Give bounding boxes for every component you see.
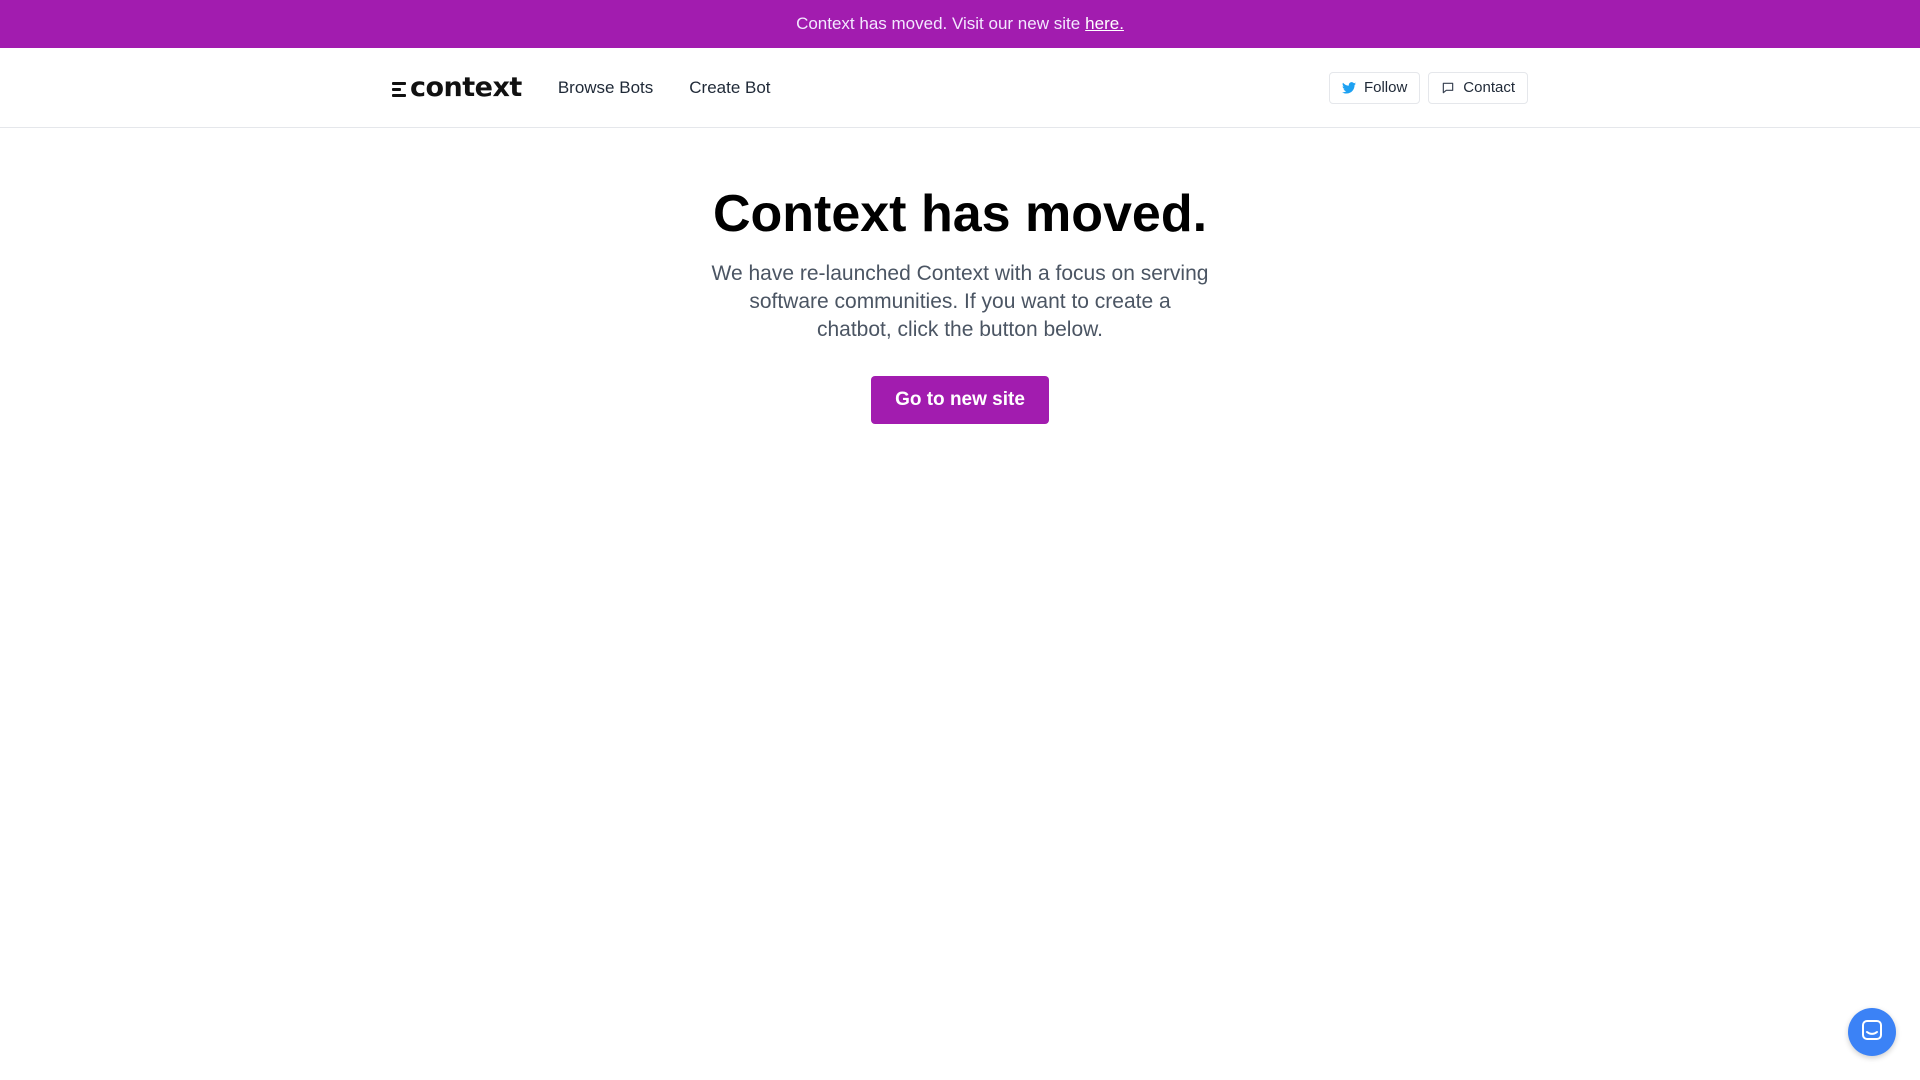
logo-mark-icon bbox=[392, 82, 406, 97]
go-to-new-site-button[interactable]: Go to new site bbox=[871, 376, 1049, 424]
chat-icon bbox=[1860, 1018, 1884, 1047]
page-title: Context has moved. bbox=[712, 185, 1208, 243]
contact-label: Contact bbox=[1463, 79, 1515, 96]
header-left: context Browse Bots Create Bot bbox=[392, 72, 771, 103]
contact-button[interactable]: Contact bbox=[1428, 71, 1528, 104]
logo-text: context bbox=[410, 72, 522, 103]
banner-link[interactable]: here. bbox=[1085, 14, 1124, 34]
nav-browse-bots[interactable]: Browse Bots bbox=[558, 78, 653, 98]
follow-label: Follow bbox=[1363, 79, 1408, 96]
logo[interactable]: context bbox=[392, 72, 522, 103]
hero-section: Context has moved. We have re-launched C… bbox=[0, 128, 1920, 424]
chat-launcher-button[interactable] bbox=[1848, 1008, 1896, 1056]
banner-text: Context has moved. Visit our new site bbox=[796, 14, 1081, 33]
hero-description: We have re-launched Context with a focus… bbox=[711, 262, 1209, 341]
chat-bubble-icon bbox=[1441, 81, 1455, 95]
header-right: Follow Contact bbox=[1328, 71, 1528, 104]
nav-create-bot[interactable]: Create Bot bbox=[689, 78, 770, 98]
follow-button[interactable]: Follow bbox=[1328, 71, 1421, 104]
announcement-banner: Context has moved. Visit our new site he… bbox=[0, 0, 1920, 48]
site-header: context Browse Bots Create Bot Follow Co… bbox=[0, 48, 1920, 128]
twitter-bird-icon bbox=[1341, 81, 1356, 94]
